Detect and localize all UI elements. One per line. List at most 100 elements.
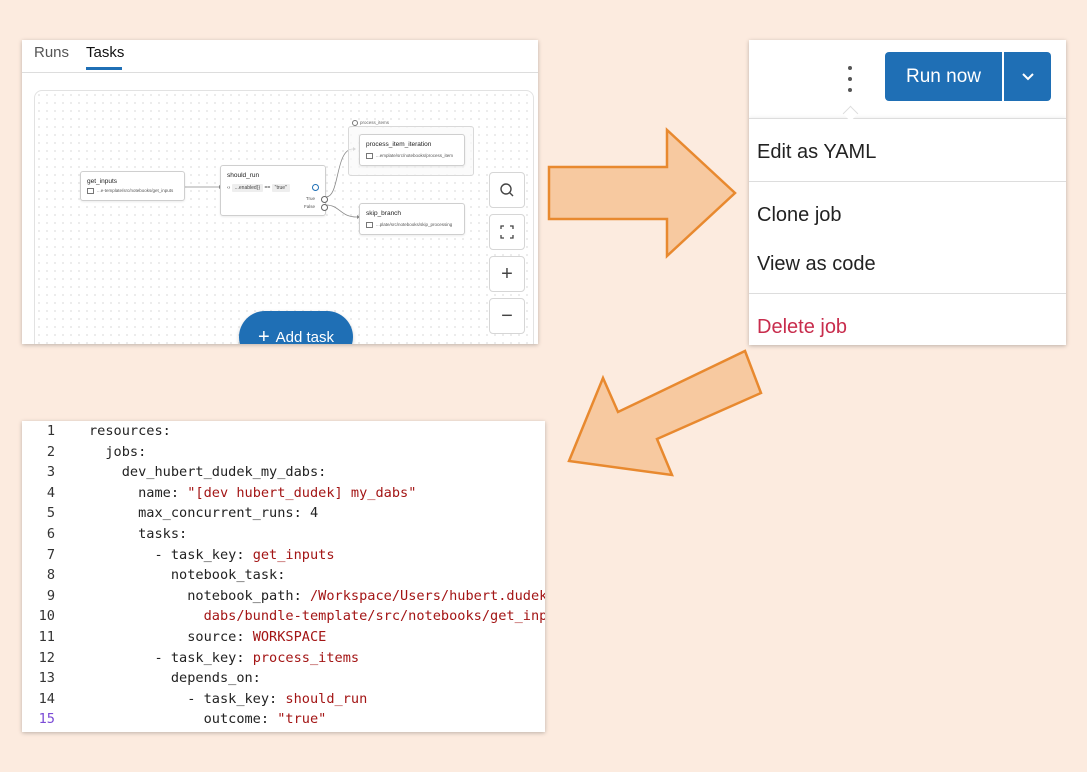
- run-now-split-button: Run now: [885, 52, 1051, 101]
- line-number: 6: [46, 526, 55, 542]
- code-text: max_concurrent_runs: 4: [89, 503, 318, 523]
- yaml-key: tasks:: [89, 526, 188, 542]
- task-title: get_inputs: [87, 178, 117, 185]
- false-port[interactable]: [321, 204, 328, 211]
- true-port[interactable]: [321, 196, 328, 203]
- code-line: 7 - task_key: get_inputs: [22, 545, 545, 565]
- folder-icon: [366, 222, 373, 228]
- yaml-key: notebook_task:: [89, 567, 286, 584]
- fit-view-button[interactable]: [489, 214, 525, 250]
- line-number: 10: [38, 608, 55, 625]
- task-node-should-run[interactable]: should_run ‹› ...enabled}} == "true" Tru…: [220, 165, 328, 216]
- code-line: 13 depends_on:: [22, 668, 545, 688]
- yaml-value: "[dev hubert_dudek] my_dabs": [187, 484, 417, 501]
- code-text: jobs:: [89, 442, 146, 462]
- yaml-key: - task_key:: [89, 546, 253, 563]
- run-now-button[interactable]: Run now: [885, 52, 1002, 101]
- menu-divider: [749, 181, 1066, 182]
- tab-runs[interactable]: Runs: [34, 44, 69, 61]
- yaml-value: "true": [277, 711, 327, 728]
- code-line: 9 notebook_path: /Workspace/Users/hubert…: [22, 586, 545, 606]
- code-line: 8 notebook_task:: [22, 565, 545, 585]
- code-text: dabs/bundle-template/src/notebooks/get_i…: [89, 606, 545, 626]
- code-text: - task_key: get_inputs: [89, 545, 335, 565]
- yaml-code-editor[interactable]: 1 resources: 2 jobs: 3 dev_hubert_dudek_my_…: [22, 421, 545, 732]
- arrow-right-icon: [547, 127, 737, 259]
- task-title: process_item_iteration: [366, 141, 432, 148]
- line-number: 3: [46, 464, 55, 481]
- yaml-value: /Workspace/Users/hubert.dudek/: [309, 587, 545, 604]
- code-text: - task_key: should_run: [89, 689, 367, 709]
- menu-item-view-as-code[interactable]: View as code: [757, 253, 876, 276]
- code-line: 2 jobs:: [22, 442, 545, 462]
- add-task-button[interactable]: + Add task: [239, 311, 353, 344]
- task-path: ...emplate/src/notebooks/process_item: [366, 153, 453, 159]
- yaml-key: source:: [89, 629, 253, 645]
- yaml-key: dev_hubert_dudek_my_dabs:: [89, 464, 327, 481]
- false-label: False: [303, 204, 315, 209]
- yaml-value: get_inputs: [252, 546, 335, 563]
- kebab-menu-icon[interactable]: [843, 66, 857, 92]
- code-line: 3 dev_hubert_dudek_my_dabs:: [22, 462, 545, 482]
- true-label: True: [305, 196, 315, 201]
- menu-item-clone-job[interactable]: Clone job: [757, 204, 842, 227]
- yaml-value: should_run: [285, 690, 368, 707]
- code-line: 4 name: "[dev hubert_dudek] my_dabs": [22, 483, 545, 503]
- search-icon: [500, 183, 514, 197]
- code-text: tasks:: [89, 524, 187, 544]
- line-number: 1: [46, 423, 55, 439]
- run-options-button[interactable]: [1004, 52, 1051, 101]
- condition-row: ‹› ...enabled}} == "true": [227, 184, 290, 192]
- group-label: process_items: [352, 120, 389, 126]
- yaml-value: process_items: [252, 649, 360, 666]
- task-title: skip_branch: [366, 210, 402, 217]
- line-number: 4: [46, 484, 55, 501]
- code-line: 5 max_concurrent_runs: 4: [22, 503, 545, 523]
- line-number: 11: [38, 629, 55, 645]
- code-text: - task_key: process_items: [89, 648, 359, 668]
- minus-icon: −: [501, 304, 513, 327]
- chevron-down-icon: [1021, 72, 1034, 80]
- plus-icon: +: [501, 262, 513, 285]
- task-path: ...plate/src/notebooks/skip_processing: [366, 222, 452, 228]
- code-line: 11 source: WORKSPACE: [22, 627, 545, 647]
- condition-operator: ==: [264, 185, 271, 191]
- active-tab-indicator: [86, 67, 122, 70]
- settings-icon[interactable]: [312, 184, 319, 191]
- add-task-label: Add task: [275, 328, 335, 345]
- yaml-key: resources:: [89, 423, 171, 439]
- folder-icon: [87, 188, 94, 194]
- code-line: 6 tasks:: [22, 524, 545, 544]
- line-number: 2: [46, 443, 55, 460]
- yaml-key: [89, 608, 204, 624]
- code-text: dev_hubert_dudek_my_dabs:: [89, 462, 327, 482]
- code-line: 12 - task_key: process_items: [22, 648, 545, 668]
- code-icon: ‹›: [227, 185, 231, 191]
- line-number: 13: [38, 670, 55, 687]
- task-node-get-inputs[interactable]: get_inputs ...e-template/src/notebooks/g…: [80, 171, 185, 201]
- search-button[interactable]: [489, 172, 525, 208]
- tab-tasks[interactable]: Tasks: [86, 44, 124, 61]
- task-node-process-item-iteration[interactable]: process_item_iteration ...emplate/src/no…: [359, 134, 465, 166]
- yaml-key: - task_key:: [89, 649, 253, 666]
- job-actions-menu: Edit as YAML Clone job View as code Dele…: [749, 118, 1066, 345]
- code-text: depends_on:: [89, 668, 261, 688]
- menu-item-delete-job[interactable]: Delete job: [757, 316, 847, 339]
- menu-item-edit-as-yaml[interactable]: Edit as YAML: [757, 141, 876, 164]
- zoom-in-button[interactable]: +: [489, 256, 525, 292]
- line-number: 9: [46, 587, 55, 604]
- zoom-out-button[interactable]: −: [489, 298, 525, 334]
- code-line: 15 outcome: "true": [22, 709, 545, 729]
- line-number: 12: [38, 649, 55, 666]
- loop-icon: [352, 120, 358, 126]
- tab-bar: Runs Tasks: [22, 40, 538, 73]
- task-graph-canvas[interactable]: process_items get_inputs ...e-template/s…: [34, 90, 534, 344]
- menu-divider: [749, 293, 1066, 294]
- yaml-key: depends_on:: [89, 670, 261, 687]
- line-number: 8: [46, 567, 55, 584]
- yaml-key: max_concurrent_runs: 4: [89, 505, 319, 522]
- task-path: ...e-template/src/notebooks/get_inputs: [87, 188, 173, 194]
- code-text: notebook_task:: [89, 565, 286, 585]
- task-node-skip-branch[interactable]: skip_branch ...plate/src/notebooks/skip_…: [359, 203, 465, 235]
- code-text: name: "[dev hubert_dudek] my_dabs": [89, 483, 416, 503]
